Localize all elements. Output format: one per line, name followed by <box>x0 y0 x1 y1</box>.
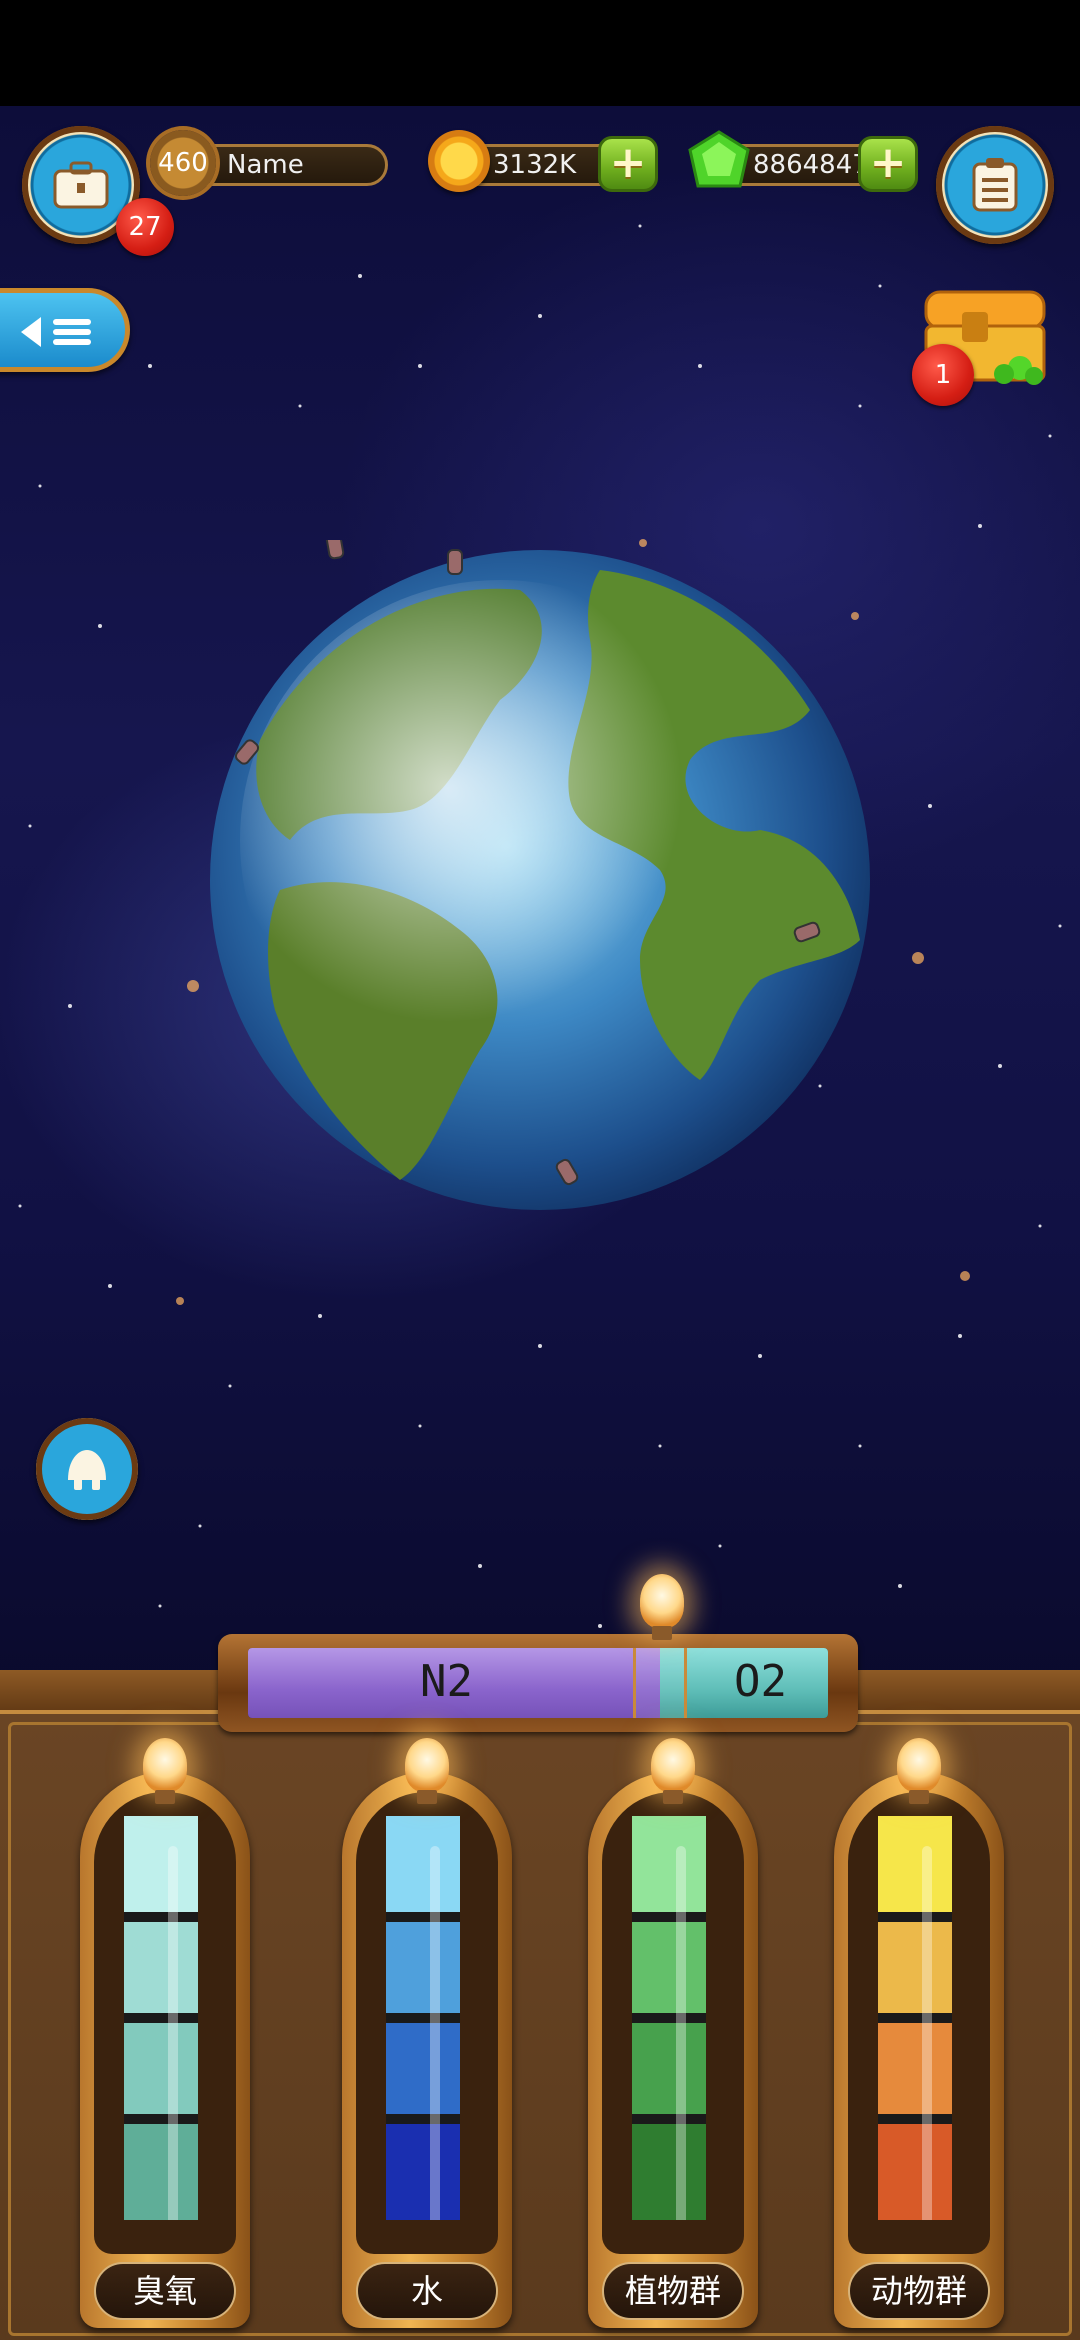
planet[interactable] <box>200 540 880 1220</box>
meter-2[interactable]: 水 <box>342 1772 512 2328</box>
meter-segment <box>124 1816 198 1917</box>
meter-inner <box>94 1792 236 2254</box>
briefcase-icon <box>53 161 109 209</box>
meter-segment <box>632 1917 706 2018</box>
plus-icon: + <box>869 137 907 188</box>
tasks-button[interactable] <box>928 118 1062 252</box>
meter-divider <box>124 2013 198 2023</box>
meter-segment <box>878 1816 952 1917</box>
meter-shine <box>168 1846 178 2220</box>
meter-segment <box>124 2119 198 2220</box>
helmet-icon <box>68 1450 106 1490</box>
meter-segment <box>386 1816 460 1917</box>
back-menu-icon <box>21 317 91 347</box>
gold-coin-icon <box>428 130 490 192</box>
meter-segment <box>386 2018 460 2119</box>
meter-label: 动物群 <box>848 2262 990 2320</box>
meter-segment <box>878 2018 952 2119</box>
light-bulb-icon <box>897 1738 941 1804</box>
meter-divider <box>124 1912 198 1922</box>
side-menu-button[interactable] <box>0 288 130 372</box>
meter-divider <box>878 2013 952 2023</box>
meter-segment <box>632 1816 706 1917</box>
meter-divider <box>878 2114 952 2124</box>
status-bar <box>0 0 1080 106</box>
meter-glass <box>124 1816 198 2220</box>
o2-label: O2 <box>734 1656 787 1707</box>
meter-divider <box>632 1912 706 1922</box>
meter-label: 臭氧 <box>94 2262 236 2320</box>
meter-segment <box>878 1917 952 2018</box>
meter-divider <box>632 2013 706 2023</box>
meter-segment <box>124 2018 198 2119</box>
meter-segment <box>632 2119 706 2220</box>
meter-divider <box>878 1912 952 1922</box>
clipboard-icon <box>972 158 1018 212</box>
meter-glass <box>878 1816 952 2220</box>
meter-segment <box>124 1917 198 2018</box>
light-bulb-icon <box>651 1738 695 1804</box>
meter-segment <box>878 2119 952 2220</box>
meter-glass <box>632 1816 706 2220</box>
meter-inner <box>356 1792 498 2254</box>
green-gem-icon <box>688 130 750 188</box>
meter-shine <box>676 1846 686 2220</box>
meter-divider <box>386 2013 460 2023</box>
light-bulb-icon <box>405 1738 449 1804</box>
meter-segment <box>386 1917 460 2018</box>
meter-glass <box>386 1816 460 2220</box>
meter-inner <box>602 1792 744 2254</box>
chest-badge: 1 <box>912 344 974 406</box>
meter-divider <box>386 1912 460 1922</box>
meter-divider <box>124 2114 198 2124</box>
meter-shine <box>922 1846 932 2220</box>
light-bulb-icon <box>143 1738 187 1804</box>
meter-divider <box>386 2114 460 2124</box>
meter-segment <box>386 2119 460 2220</box>
inventory-badge: 27 <box>116 198 174 256</box>
meter-inner <box>848 1792 990 2254</box>
helmet-button[interactable] <box>28 1410 162 1544</box>
game-screen: 27 Name 460 3132K + 886484705 + 1 N2 O2 … <box>0 0 1080 2340</box>
player-name: Name <box>227 150 304 180</box>
meter-shine <box>430 1846 440 2220</box>
coin-amount: 3132K <box>493 150 577 180</box>
plus-icon: + <box>609 137 647 188</box>
meter-3[interactable]: 植物群 <box>588 1772 758 2328</box>
add-gems-button[interactable]: + <box>858 136 918 192</box>
meter-label: 植物群 <box>602 2262 744 2320</box>
light-bulb-icon <box>640 1574 684 1640</box>
atmosphere-gauge[interactable]: N2 O2 <box>218 1634 858 1732</box>
level-badge: 460 <box>150 130 216 196</box>
player-level: 460 <box>158 148 208 178</box>
add-coins-button[interactable]: + <box>598 136 658 192</box>
meter-divider <box>632 2114 706 2124</box>
meter-1[interactable]: 臭氧 <box>80 1772 250 2328</box>
meter-label: 水 <box>356 2262 498 2320</box>
n2-label: N2 <box>420 1656 473 1707</box>
meter-4[interactable]: 动物群 <box>834 1772 1004 2328</box>
meter-segment <box>632 2018 706 2119</box>
atmosphere-gauge-glass: N2 O2 <box>248 1648 828 1718</box>
atmosphere-slider-handle[interactable] <box>632 1648 687 1718</box>
